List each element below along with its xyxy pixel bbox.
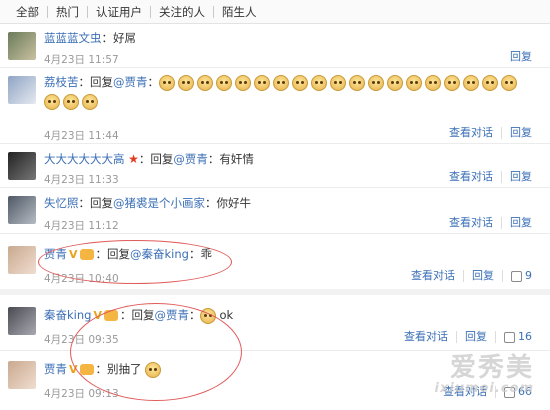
comment-author[interactable]: 大大大大大大高 (44, 152, 125, 166)
avatar[interactable] (8, 76, 36, 104)
emoji-icon (159, 74, 175, 91)
comment-time: 4月23日 11:33 (44, 174, 119, 186)
emoji-icon (44, 93, 60, 110)
emoji-icon (463, 74, 479, 91)
comment-author[interactable]: 蓝蓝蓝文虫 (44, 31, 102, 45)
reply-button[interactable]: 回复 (501, 127, 540, 139)
annotation-circle (70, 303, 242, 401)
like-count: 9 (525, 269, 532, 282)
emoji-icon (482, 74, 498, 91)
emoji-icon (254, 74, 270, 91)
reply-prefix: ：回复 (78, 196, 114, 210)
emoji-icon (235, 74, 251, 91)
comment-author[interactable]: 荔枝苦 (44, 75, 79, 89)
emoji-icon (216, 74, 232, 91)
reply-button[interactable]: 回复 (501, 217, 540, 229)
reply-button[interactable]: 回复 (456, 331, 495, 343)
comment-filter-tabs: 全部 热门 认证用户 关注的人 陌生人 (0, 0, 550, 24)
like-count: 16 (518, 330, 532, 343)
tab-following[interactable]: 关注的人 (151, 5, 214, 18)
avatar[interactable] (8, 361, 36, 389)
emoji-icon (406, 74, 422, 91)
view-conversation-button[interactable]: 查看对话 (403, 270, 463, 282)
comment-time: 4月23日 11:57 (44, 54, 119, 66)
comment-text: ：好屌 (101, 31, 137, 45)
comment-list-top: 蓝蓝蓝文虫：好屌 4月23日 11:57 回复 荔枝苦：回复@贾青： 4月23日… (0, 24, 550, 289)
like-button[interactable]: 16 (495, 331, 540, 343)
annotation-circle (38, 240, 232, 284)
avatar[interactable] (8, 196, 36, 224)
emoji-icon (82, 93, 98, 110)
view-conversation-button[interactable]: 查看对话 (441, 127, 501, 139)
reply-button[interactable]: 回复 (463, 270, 502, 282)
comment-item: 荔枝苦：回复@贾青： 4月23日 11:44 查看对话 回复 (0, 68, 550, 144)
reply-prefix: ：回复 (138, 152, 174, 166)
emoji-icon (311, 74, 327, 91)
mention-link[interactable]: @猪裘是个小画家 (113, 196, 205, 210)
avatar[interactable] (8, 152, 36, 180)
thumbs-up-icon (504, 331, 515, 343)
watermark-logo: 爱秀美 ixiumei.com (434, 353, 534, 396)
view-conversation-button[interactable]: 查看对话 (396, 331, 456, 343)
tab-hot[interactable]: 热门 (48, 5, 88, 18)
comment-text: ：你好牛 (205, 196, 251, 210)
mention-link[interactable]: @贾青 (113, 75, 148, 89)
emoji-icon (197, 74, 213, 91)
emoji-icon (349, 74, 365, 91)
reply-button[interactable]: 回复 (501, 171, 540, 183)
emoji-icon (444, 74, 460, 91)
comment-author[interactable]: 失忆照 (44, 196, 79, 210)
emoji-icon (387, 74, 403, 91)
comment-item: 蓝蓝蓝文虫：好屌 4月23日 11:57 回复 (0, 24, 550, 68)
emoji-icon (178, 74, 194, 91)
comment-author[interactable]: 贾青 (44, 362, 67, 376)
comment-author[interactable]: 秦奋king (44, 308, 91, 322)
tab-verified[interactable]: 认证用户 (88, 5, 151, 18)
emoji-icon (273, 74, 289, 91)
emoji-icon (330, 74, 346, 91)
like-button[interactable]: 9 (502, 270, 540, 282)
comment-item: 失忆照：回复@猪裘是个小画家：你好牛 4月23日 11:12 查看对话 回复 (0, 188, 550, 234)
reply-prefix: ：回复 (78, 75, 114, 89)
separator: ： (147, 75, 160, 89)
mention-link[interactable]: @贾青 (173, 152, 208, 166)
comment-time: 4月23日 11:12 (44, 220, 119, 232)
star-icon: ★ (128, 152, 139, 166)
thumbs-up-icon (511, 270, 522, 282)
comment-time: 4月23日 11:44 (44, 130, 119, 142)
comment-text: ：有奸情 (207, 152, 254, 166)
emoji-icon (292, 74, 308, 91)
emoji-icon (425, 74, 441, 91)
avatar[interactable] (8, 307, 36, 335)
tab-strangers[interactable]: 陌生人 (214, 6, 265, 18)
tab-all[interactable]: 全部 (8, 5, 48, 18)
avatar[interactable] (8, 246, 36, 274)
reply-button[interactable]: 回复 (502, 51, 540, 63)
avatar[interactable] (8, 32, 36, 60)
view-conversation-button[interactable]: 查看对话 (441, 171, 501, 183)
view-conversation-button[interactable]: 查看对话 (441, 217, 501, 229)
emoji-icon (368, 74, 384, 91)
comment-item: 大大大大大大高 ★：回复@贾青：有奸情 4月23日 11:33 查看对话 回复 (0, 144, 550, 188)
emoji-icon (63, 93, 79, 110)
emoji-icon (501, 74, 517, 91)
